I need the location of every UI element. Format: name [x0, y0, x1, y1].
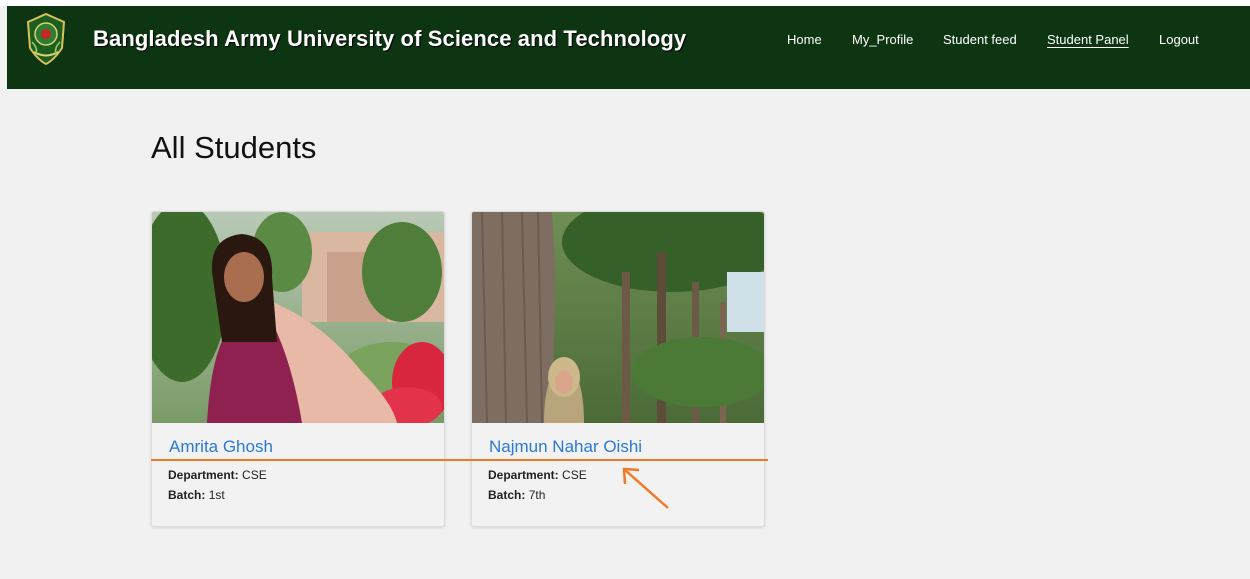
student-card: Amrita Ghosh Department: CSE Batch: 1st	[151, 211, 445, 527]
student-department: Department: CSE	[488, 468, 587, 482]
batch-value: 7th	[528, 488, 546, 502]
student-name-link[interactable]: Amrita Ghosh	[169, 437, 273, 457]
student-batch: Batch: 1st	[168, 488, 225, 502]
department-label: Department:	[168, 468, 239, 482]
nav-student-panel[interactable]: Student Panel	[1047, 32, 1129, 47]
nav-my-profile[interactable]: My_Profile	[852, 32, 913, 47]
batch-label: Batch:	[488, 488, 526, 502]
batch-value: 1st	[208, 488, 225, 502]
page-title: All Students	[151, 130, 317, 165]
brand-title[interactable]: Bangladesh Army University of Science an…	[93, 26, 686, 52]
annotation-underline	[151, 459, 768, 461]
nav-logout[interactable]: Logout	[1159, 32, 1199, 47]
batch-label: Batch:	[168, 488, 206, 502]
department-label: Department:	[488, 468, 559, 482]
student-batch: Batch: 7th	[488, 488, 545, 502]
annotation-arrow-icon	[622, 467, 669, 509]
student-name-link[interactable]: Najmun Nahar Oishi	[489, 437, 642, 457]
nav-home[interactable]: Home	[787, 32, 822, 47]
student-photo	[152, 212, 444, 423]
department-value: CSE	[562, 468, 587, 482]
student-photo	[472, 212, 764, 423]
nav-student-feed[interactable]: Student feed	[943, 32, 1017, 47]
university-logo-icon[interactable]	[24, 12, 68, 66]
student-department: Department: CSE	[168, 468, 267, 482]
navbar: Bangladesh Army University of Science an…	[7, 6, 1250, 89]
department-value: CSE	[242, 468, 267, 482]
